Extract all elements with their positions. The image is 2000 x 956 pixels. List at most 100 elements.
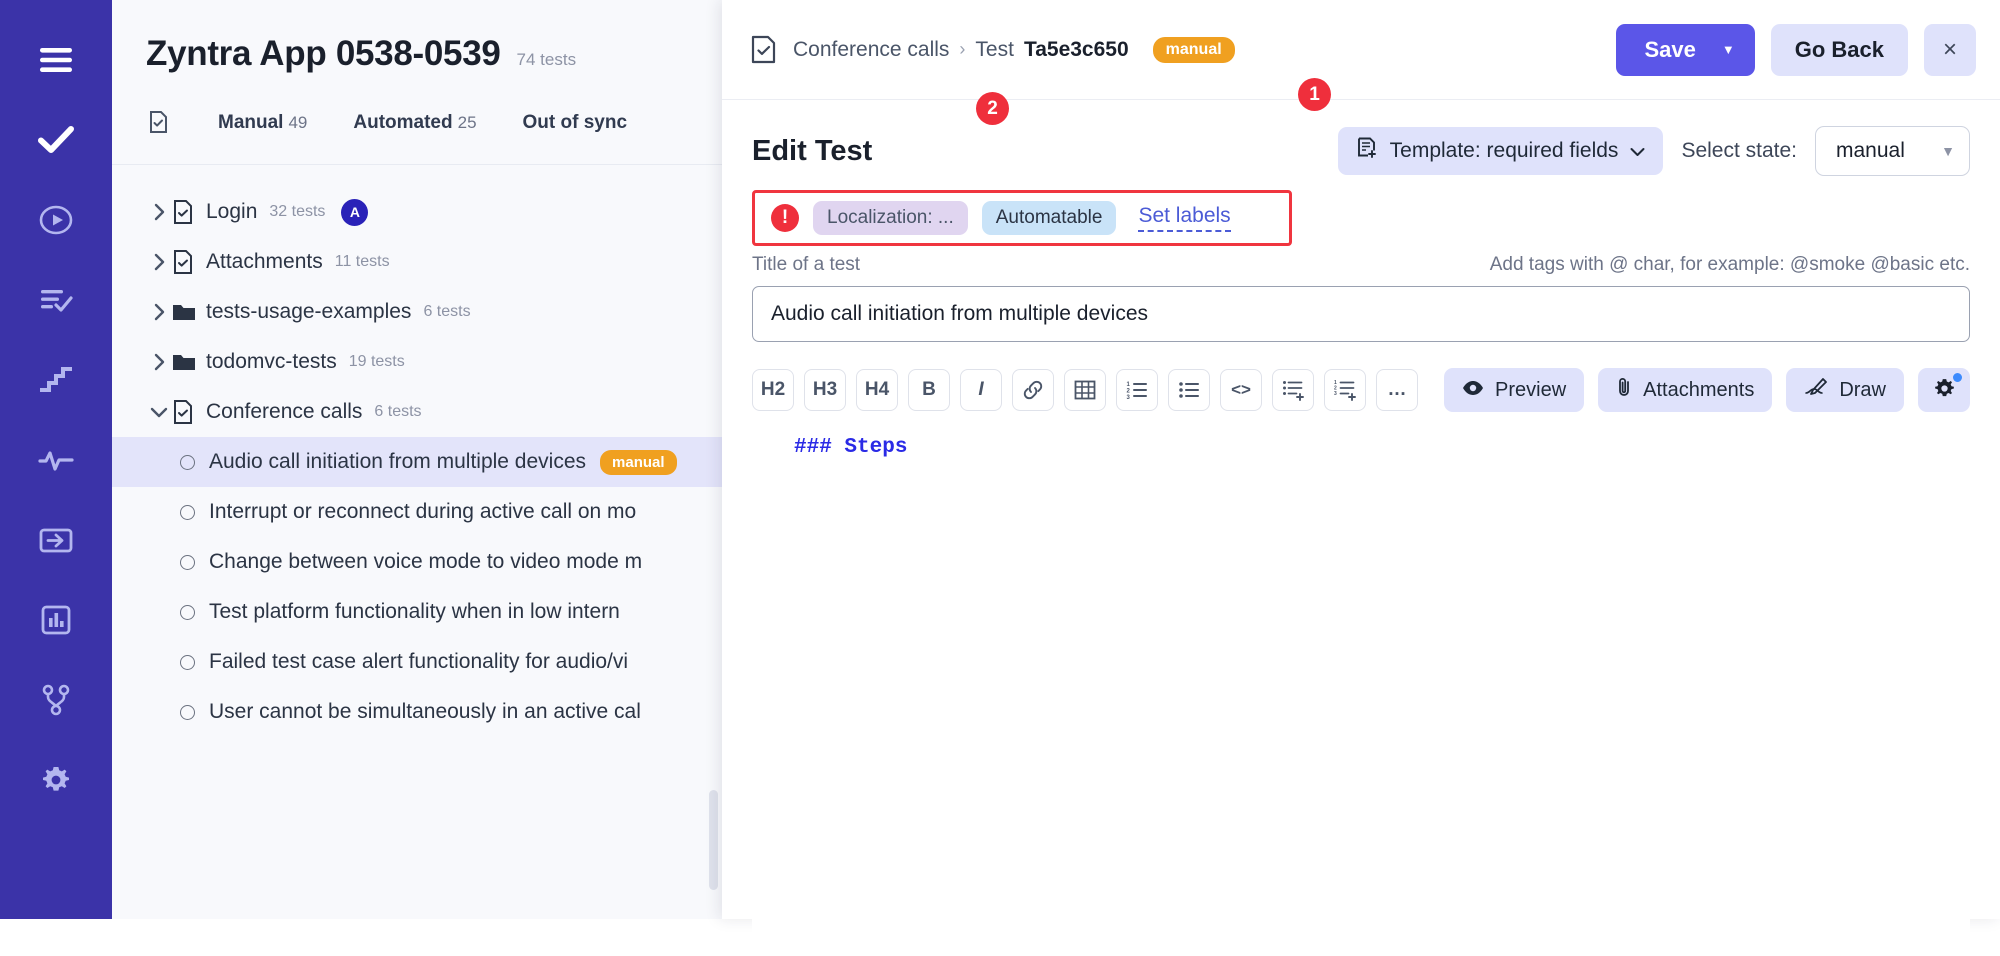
select-state-label: Select state: [1681, 139, 1797, 162]
chevron-down-icon[interactable] [146, 406, 172, 419]
status-circle-icon [180, 654, 195, 670]
tree-item-todomvc-tests[interactable]: todomvc-tests 19 tests [112, 337, 722, 387]
activity-pulse-icon[interactable] [24, 428, 88, 492]
bar-chart-icon[interactable] [24, 588, 88, 652]
svg-text:2: 2 [1127, 389, 1131, 395]
git-branch-icon[interactable] [24, 668, 88, 732]
italic-glyph: I [978, 379, 984, 400]
svg-text:3: 3 [1127, 395, 1131, 400]
italic-button[interactable]: I [960, 369, 1002, 411]
label-chip-localization[interactable]: Localization: ... [813, 201, 968, 235]
notification-dot [1953, 373, 1962, 382]
chevron-down-icon: ▼ [1941, 143, 1955, 159]
folder-icon [172, 351, 206, 373]
edit-heading-row: Edit Test Template: required fields Sele… [752, 126, 1970, 176]
list-item[interactable]: Test platform functionality when in low … [112, 587, 722, 637]
attachments-label: Attachments [1643, 378, 1755, 401]
list-item[interactable]: Interrupt or reconnect during active cal… [112, 487, 722, 537]
heading-4-button[interactable]: H4 [856, 369, 898, 411]
test-label: Change between voice mode to video mode … [209, 550, 643, 573]
title-field-row: Title of a test Add tags with @ char, fo… [752, 254, 1970, 276]
save-button[interactable]: Save ▼ [1616, 23, 1755, 76]
status-badge: manual [600, 449, 677, 475]
play-circle-icon[interactable] [24, 188, 88, 252]
state-select[interactable]: manual ▼ [1815, 126, 1970, 176]
link-icon[interactable] [1012, 369, 1054, 411]
label-chip-automatable[interactable]: Automatable [981, 201, 1117, 235]
test-list-panel: Zyntra App 0538-0539 74 tests Manual 49 A… [112, 0, 722, 919]
code-icon[interactable]: <> [1220, 369, 1262, 411]
tab-automated-label: Automated [353, 112, 453, 133]
preview-label: Preview [1495, 378, 1567, 401]
draw-button[interactable]: Draw [1786, 368, 1904, 412]
heading-3-button[interactable]: H3 [804, 369, 846, 411]
status-circle-icon [180, 604, 195, 620]
chevron-right-icon[interactable] [146, 203, 172, 221]
chevron-right-icon[interactable] [146, 253, 172, 271]
breadcrumb-test-prefix: Test [975, 37, 1014, 61]
list-header: Zyntra App 0538-0539 74 tests Manual 49 A… [112, 0, 722, 165]
eye-icon [1462, 379, 1484, 402]
paperclip-icon [1616, 376, 1632, 404]
tree-item-label: Conference calls [206, 400, 363, 423]
tree-item-attachments[interactable]: Attachments 11 tests [112, 237, 722, 287]
stairs-icon[interactable] [24, 348, 88, 412]
tab-automated[interactable]: Automated 25 [353, 112, 476, 134]
table-icon[interactable] [1064, 369, 1106, 411]
template-icon [1356, 137, 1378, 165]
heading-2-button[interactable]: H2 [752, 369, 794, 411]
status-badge: manual [1152, 36, 1235, 63]
go-back-button[interactable]: Go Back [1770, 23, 1908, 76]
gear-icon [1933, 377, 1956, 403]
set-labels-link[interactable]: Set labels [1138, 204, 1231, 232]
list-scrollbar[interactable] [709, 790, 718, 890]
test-label: User cannot be simultaneously in an acti… [209, 700, 641, 723]
project-row: Zyntra App 0538-0539 74 tests [146, 34, 722, 74]
tab-out-of-sync-label: Out of sync [522, 112, 628, 133]
editor-line: ### Steps [794, 436, 908, 459]
template-button[interactable]: Template: required fields [1337, 127, 1664, 175]
add-ordered-list-icon[interactable]: 123 [1324, 369, 1366, 411]
more-options-icon[interactable]: … [1376, 369, 1418, 411]
close-icon[interactable]: × [1924, 23, 1976, 76]
attachments-button[interactable]: Attachments [1598, 368, 1773, 412]
test-title-input[interactable] [752, 286, 1970, 342]
tab-manual[interactable]: Manual 49 [218, 112, 307, 134]
list-item[interactable]: Change between voice mode to video mode … [112, 537, 722, 587]
bold-button[interactable]: B [908, 369, 950, 411]
tree-item-login[interactable]: Login 32 tests A [112, 187, 722, 237]
gear-icon[interactable] [24, 748, 88, 812]
add-bullet-list-icon[interactable] [1272, 369, 1314, 411]
editor-settings-button[interactable] [1918, 368, 1970, 412]
bullet-list-icon[interactable] [1168, 369, 1210, 411]
markdown-editor[interactable]: ### Steps [752, 436, 1970, 956]
chevron-down-icon[interactable]: ▼ [1722, 42, 1735, 57]
header-actions: Save ▼ Go Back × [1616, 23, 1976, 76]
import-icon[interactable] [24, 508, 88, 572]
list-item[interactable]: Audio call initiation from multiple devi… [112, 437, 722, 487]
test-label: Test platform functionality when in low … [209, 600, 620, 623]
tab-out-of-sync[interactable]: Out of sync [523, 112, 628, 134]
labels-row: ! Localization: ... Automatable Set labe… [752, 190, 1292, 246]
avatar[interactable]: A [341, 198, 369, 226]
preview-button[interactable]: Preview [1444, 368, 1585, 412]
menu-icon[interactable] [24, 28, 88, 92]
list-item[interactable]: User cannot be simultaneously in an acti… [112, 687, 722, 737]
ordered-list-icon[interactable]: 123 [1116, 369, 1158, 411]
file-check-icon [172, 249, 206, 275]
list-check-icon[interactable] [24, 268, 88, 332]
tab-manual-count: 49 [288, 113, 308, 132]
chevron-right-icon[interactable] [146, 303, 172, 321]
list-item[interactable]: Failed test case alert functionality for… [112, 637, 722, 687]
test-tree: Login 32 tests A Attachments 11 tests te… [112, 165, 722, 919]
file-check-icon [172, 399, 206, 425]
test-label: Audio call initiation from multiple devi… [209, 450, 587, 473]
breadcrumb-test-id: Ta5e3c650 [1023, 37, 1129, 61]
tree-item-conference-calls[interactable]: Conference calls 6 tests [112, 387, 722, 437]
tree-item-tests-usage-examples[interactable]: tests-usage-examples 6 tests [112, 287, 722, 337]
status-circle-icon [180, 704, 195, 720]
check-icon[interactable] [24, 108, 88, 172]
breadcrumb-parent[interactable]: Conference calls [793, 38, 949, 62]
chevron-right-icon[interactable] [146, 353, 172, 371]
svg-text:1: 1 [1127, 382, 1131, 388]
